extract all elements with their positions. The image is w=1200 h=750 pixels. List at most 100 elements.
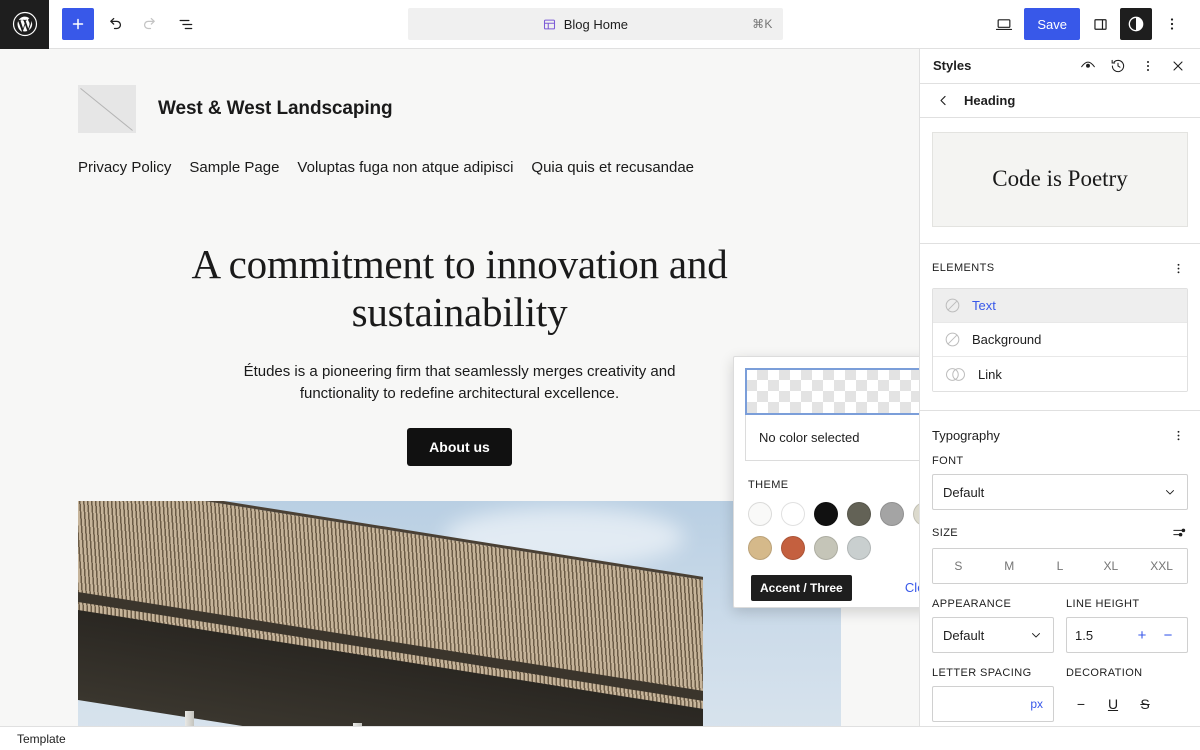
heading-preview-card: Code is Poetry <box>932 131 1188 227</box>
element-label-background: Background <box>972 332 1042 347</box>
elements-section: Elements Text <box>920 243 1200 396</box>
more-options-icon[interactable] <box>1156 8 1188 40</box>
color-swatch-base-two[interactable] <box>781 502 805 526</box>
device-preview-icon[interactable] <box>988 8 1020 40</box>
theme-color-grid <box>734 502 919 560</box>
color-preview-wrapper: No color selected <box>734 357 919 461</box>
style-book-eye-icon[interactable] <box>1074 52 1102 80</box>
editor-canvas[interactable]: West & West Landscaping Privacy Policy S… <box>0 49 920 726</box>
color-swatch-accent-three[interactable] <box>781 536 805 560</box>
font-size-xxl[interactable]: XXL <box>1136 549 1187 583</box>
save-button[interactable]: Save <box>1024 8 1080 40</box>
color-swatch-base[interactable] <box>748 502 772 526</box>
wordpress-logo-icon[interactable] <box>0 0 49 49</box>
size-settings-sliders-icon[interactable] <box>1171 524 1188 541</box>
command-bar-wrapper: Blog Home ⌘K <box>202 8 988 40</box>
styles-sidebar-header: Styles <box>920 49 1200 84</box>
color-swatch-accent-two[interactable] <box>748 536 772 560</box>
status-bar-label: Template <box>17 731 66 746</box>
hero-image[interactable] <box>78 500 841 726</box>
elements-section-label: Elements <box>932 262 995 274</box>
font-size-toggle-group: S M L XL XXL <box>932 548 1188 584</box>
color-swatch-contrast-three[interactable] <box>880 502 904 526</box>
chevron-down-icon <box>1029 628 1043 642</box>
elements-list: Text Background Link <box>932 288 1188 392</box>
command-bar-label: Blog Home <box>563 16 629 32</box>
settings-sidebar-icon[interactable] <box>1084 8 1116 40</box>
styles-breadcrumb: Heading <box>920 84 1200 118</box>
appearance-select-value: Default <box>943 627 985 643</box>
decoration-none-button[interactable]: − <box>1066 689 1096 719</box>
redo-button[interactable] <box>134 8 166 40</box>
decoration-underline-button[interactable]: U <box>1098 689 1128 719</box>
building-pillar <box>184 710 194 726</box>
typography-more-icon[interactable] <box>1168 425 1188 445</box>
editor-body: West & West Landscaping Privacy Policy S… <box>0 49 1200 726</box>
color-preview-box: No color selected <box>745 368 919 461</box>
appearance-field-label: Appearance <box>932 598 1012 610</box>
hero-paragraph[interactable]: Études is a pioneering firm that seamles… <box>240 361 680 406</box>
typography-section-label: Typography <box>932 427 1000 443</box>
site-logo-placeholder-icon[interactable] <box>78 85 136 133</box>
clear-color-button[interactable]: Clear <box>905 580 919 595</box>
styles-more-icon[interactable] <box>1134 52 1162 80</box>
letter-spacing-field-label: Letter spacing <box>932 667 1032 679</box>
hero-heading[interactable]: A commitment to innovation and sustainab… <box>120 240 799 337</box>
site-title[interactable]: West & West Landscaping <box>158 98 393 120</box>
color-swatch-contrast[interactable] <box>814 502 838 526</box>
color-circle-slash-icon <box>943 330 962 349</box>
line-height-decrement-button[interactable]: − <box>1157 622 1179 648</box>
site-branding[interactable]: West & West Landscaping <box>78 85 841 133</box>
letter-spacing-input[interactable]: px <box>932 686 1054 722</box>
element-label-link: Link <box>978 366 1002 382</box>
decoration-strikethrough-button[interactable]: S <box>1130 689 1160 719</box>
line-height-field-label: Line height <box>1066 598 1140 610</box>
font-size-xl[interactable]: XL <box>1085 549 1137 583</box>
font-field-label: Font <box>932 455 964 467</box>
add-block-button[interactable] <box>62 8 94 40</box>
size-field-label: Size <box>932 526 959 539</box>
color-circles-overlap-icon <box>943 365 968 384</box>
line-height-value[interactable]: 1.5 <box>1075 628 1127 643</box>
transparent-checker-swatch[interactable] <box>745 368 919 415</box>
nav-link-sample-page[interactable]: Sample Page <box>189 159 279 176</box>
color-swatch-accent[interactable] <box>913 502 919 526</box>
nav-link-quia-quis[interactable]: Quia quis et recusandae <box>531 159 694 176</box>
breadcrumb-heading-label: Heading <box>964 92 1016 108</box>
document-overview-icon[interactable] <box>170 8 202 40</box>
color-swatch-accent-five[interactable] <box>847 536 871 560</box>
element-row-background[interactable]: Background <box>933 323 1187 357</box>
about-us-button[interactable]: About us <box>407 427 512 466</box>
color-swatch-contrast-two[interactable] <box>847 502 871 526</box>
element-row-link[interactable]: Link <box>933 357 1187 391</box>
nav-link-privacy-policy[interactable]: Privacy Policy <box>78 159 171 176</box>
revision-history-icon[interactable] <box>1104 52 1132 80</box>
font-select-value: Default <box>943 484 985 500</box>
command-bar-shortcut: ⌘K <box>752 17 773 31</box>
editor-top-bar: Blog Home ⌘K Save <box>0 0 1200 49</box>
undo-button[interactable] <box>98 8 130 40</box>
close-icon[interactable] <box>1164 52 1192 80</box>
chevron-left-icon[interactable] <box>934 91 952 109</box>
editor-status-bar: Template <box>0 726 1200 750</box>
line-height-increment-button[interactable]: + <box>1131 622 1153 648</box>
font-size-m[interactable]: M <box>983 549 1035 583</box>
typography-section: Typography Font Default Size <box>920 410 1200 726</box>
site-navigation[interactable]: Privacy Policy Sample Page Voluptas fuga… <box>78 159 841 176</box>
color-picker-popover: No color selected Theme <box>733 356 919 608</box>
command-bar[interactable]: Blog Home ⌘K <box>407 8 783 40</box>
chevron-down-icon <box>1163 485 1177 499</box>
appearance-select[interactable]: Default <box>932 617 1054 653</box>
font-size-s[interactable]: S <box>933 549 984 583</box>
font-size-l[interactable]: L <box>1034 549 1086 583</box>
decoration-field-label: Decoration <box>1066 667 1143 679</box>
elements-more-icon[interactable] <box>1168 258 1188 278</box>
line-height-stepper[interactable]: 1.5 + − <box>1066 617 1188 653</box>
nav-link-voluptas[interactable]: Voluptas fuga non atque adipisci <box>297 159 513 176</box>
styles-contrast-icon[interactable] <box>1120 8 1152 40</box>
font-select[interactable]: Default <box>932 474 1188 510</box>
element-row-text[interactable]: Text <box>933 289 1187 323</box>
swatch-tooltip: Accent / Three <box>751 575 852 601</box>
color-swatch-accent-four[interactable] <box>814 536 838 560</box>
heading-preview-text: Code is Poetry <box>992 166 1128 192</box>
